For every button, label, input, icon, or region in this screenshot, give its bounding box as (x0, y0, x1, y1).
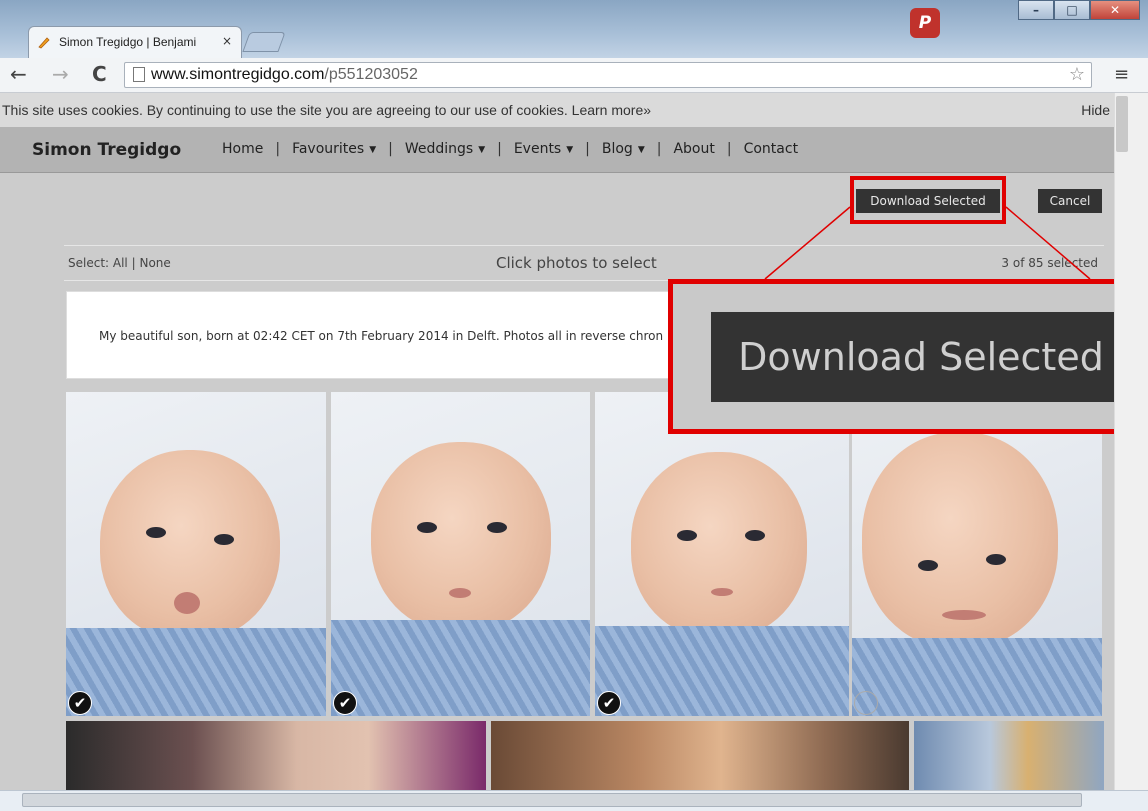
browser-window: Simon Tregidgo | Benjami × P – □ ✕ ← → C… (0, 0, 1148, 811)
maximize-button[interactable]: □ (1054, 0, 1090, 20)
close-window-button[interactable]: ✕ (1090, 0, 1140, 20)
back-arrow-icon[interactable]: ← (10, 64, 27, 84)
page-content: Simon Tregidgo Home | Favourites ▼ | Weddings… (0, 127, 1114, 790)
photo-thumbnail[interactable]: ✔ (595, 392, 849, 716)
photo-thumbnail[interactable] (66, 721, 486, 790)
window-controls: – □ ✕ (1018, 0, 1140, 22)
cookie-text: This site uses cookies. By continuing to… (2, 102, 652, 118)
cancel-button[interactable]: Cancel (1038, 189, 1102, 213)
nav-menu: Home | Favourites ▼ | Weddings ▼ | Events ▼ | Blog ▼… (222, 141, 799, 157)
bookmark-star-icon[interactable]: ☆ (1069, 64, 1085, 85)
vertical-scroll-thumb[interactable] (1116, 96, 1128, 152)
description-text: My beautiful son, born at 02:42 CET on 7… (99, 329, 664, 343)
forward-arrow-icon[interactable]: → (52, 64, 69, 84)
cookie-bar: This site uses cookies. By continuing to… (0, 93, 1114, 127)
tab-title: Simon Tregidgo | Benjami (59, 35, 197, 49)
select-none-link[interactable]: None (139, 256, 170, 270)
pencil-icon (38, 37, 50, 49)
selected-count: 3 of 85 selected (1001, 256, 1098, 270)
nav-favourites[interactable]: Favourites ▼ (292, 141, 376, 157)
nav-contact[interactable]: Contact (744, 141, 798, 157)
dropdown-caret-icon: ▼ (369, 145, 377, 155)
highlight-box (850, 176, 1006, 224)
address-bar[interactable]: www.simontregidgo.com/p551203052 ☆ (124, 62, 1092, 88)
chrome-menu-icon[interactable]: ≡ (1114, 64, 1129, 85)
dropdown-caret-icon: ▼ (478, 145, 486, 155)
vertical-scrollbar[interactable] (1114, 93, 1148, 790)
zoomed-download-button: Download Selected (711, 312, 1131, 402)
nav-about[interactable]: About (673, 141, 714, 157)
dropdown-caret-icon: ▼ (566, 145, 574, 155)
dropdown-caret-icon: ▼ (637, 145, 645, 155)
selected-check-icon[interactable]: ✔ (68, 691, 92, 715)
browser-tab[interactable]: Simon Tregidgo | Benjami × (28, 26, 242, 58)
nav-blog[interactable]: Blog ▼ (602, 141, 645, 157)
site-brand[interactable]: Simon Tregidgo (32, 140, 181, 160)
site-nav: Simon Tregidgo Home | Favourites ▼ | Weddings… (0, 127, 1114, 173)
select-instruction: Click photos to select (496, 254, 657, 272)
new-tab-button[interactable] (242, 32, 286, 52)
select-controls: Select: All | None (68, 256, 171, 270)
learn-more-link[interactable]: Learn more» (572, 102, 651, 118)
selected-check-icon[interactable]: ✔ (333, 691, 357, 715)
photo-thumbnail[interactable]: ✔ (331, 392, 590, 716)
hide-cookie-link[interactable]: Hide (1081, 102, 1110, 118)
photo-thumbnail[interactable]: ✔ (66, 392, 326, 716)
extension-p-icon[interactable]: P (910, 8, 940, 38)
reload-icon[interactable]: C (92, 64, 107, 84)
zoom-callout: Download Selected (668, 279, 1148, 434)
selected-check-icon[interactable]: ✔ (597, 691, 621, 715)
tab-close-icon[interactable]: × (222, 34, 232, 48)
select-all-link[interactable]: All (113, 256, 128, 270)
selection-bar: Select: All | None Click photos to selec… (64, 245, 1104, 281)
url-text: www.simontregidgo.com/p551203052 (151, 66, 418, 83)
horizontal-scroll-thumb[interactable] (22, 793, 1082, 807)
photo-thumbnail[interactable] (914, 721, 1104, 790)
page-icon (133, 67, 145, 82)
nav-weddings[interactable]: Weddings ▼ (405, 141, 485, 157)
title-bar: Simon Tregidgo | Benjami × P – □ ✕ (0, 0, 1148, 58)
photo-thumbnail[interactable] (852, 392, 1102, 716)
photo-thumbnail[interactable] (491, 721, 909, 790)
unselected-check-icon[interactable] (854, 691, 878, 715)
minimize-button[interactable]: – (1018, 0, 1054, 20)
nav-events[interactable]: Events ▼ (514, 141, 573, 157)
nav-home[interactable]: Home (222, 141, 263, 157)
